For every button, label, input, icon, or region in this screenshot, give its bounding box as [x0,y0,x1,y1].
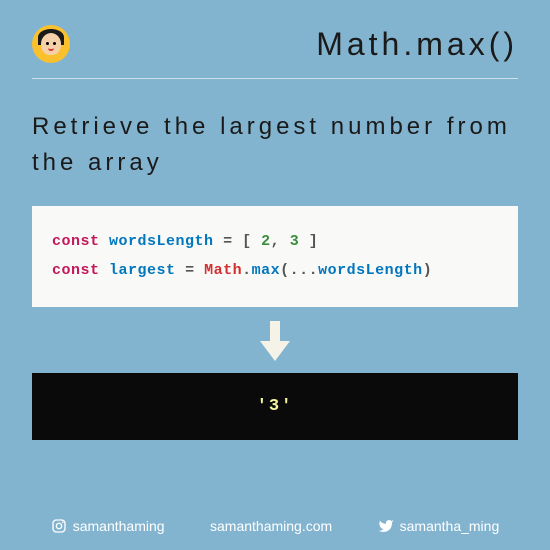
output-block: '3' [32,373,518,440]
spread-operator: ... [290,262,319,279]
keyword-const: const [52,262,100,279]
bracket-open: [ [242,233,252,250]
instagram-label: samanthaming [73,518,165,534]
instagram-handle: samanthaming [51,518,165,534]
twitter-icon [378,518,394,534]
number-literal: 3 [290,233,300,250]
footer: samanthaming samanthaming.com samantha_m… [0,518,550,534]
avatar [32,25,70,63]
comma: , [271,233,281,250]
dot: . [242,262,252,279]
number-literal: 2 [261,233,271,250]
method-max: max [252,262,281,279]
website-link: samanthaming.com [210,518,332,534]
subtitle: Retrieve the largest number from the arr… [0,79,550,206]
operator-equals: = [223,233,233,250]
arrow-down-icon [0,307,550,373]
paren-close: ) [423,262,433,279]
header: Math.max() [0,0,550,78]
variable-largest: largest [109,262,176,279]
keyword-const: const [52,233,100,250]
code-block: const wordsLength = [ 2, 3 ] const large… [32,206,518,307]
variable-wordslength: wordsLength [109,233,214,250]
class-math: Math [204,262,242,279]
operator-equals: = [185,262,195,279]
website-label: samanthaming.com [210,518,332,534]
bracket-close: ] [309,233,319,250]
paren-open: ( [280,262,290,279]
arg-wordslength: wordsLength [318,262,423,279]
twitter-handle: samantha_ming [378,518,500,534]
page-title: Math.max() [70,26,518,63]
twitter-label: samantha_ming [400,518,500,534]
code-line-1: const wordsLength = [ 2, 3 ] [52,228,498,257]
code-line-2: const largest = Math.max(...wordsLength) [52,257,498,286]
instagram-icon [51,518,67,534]
